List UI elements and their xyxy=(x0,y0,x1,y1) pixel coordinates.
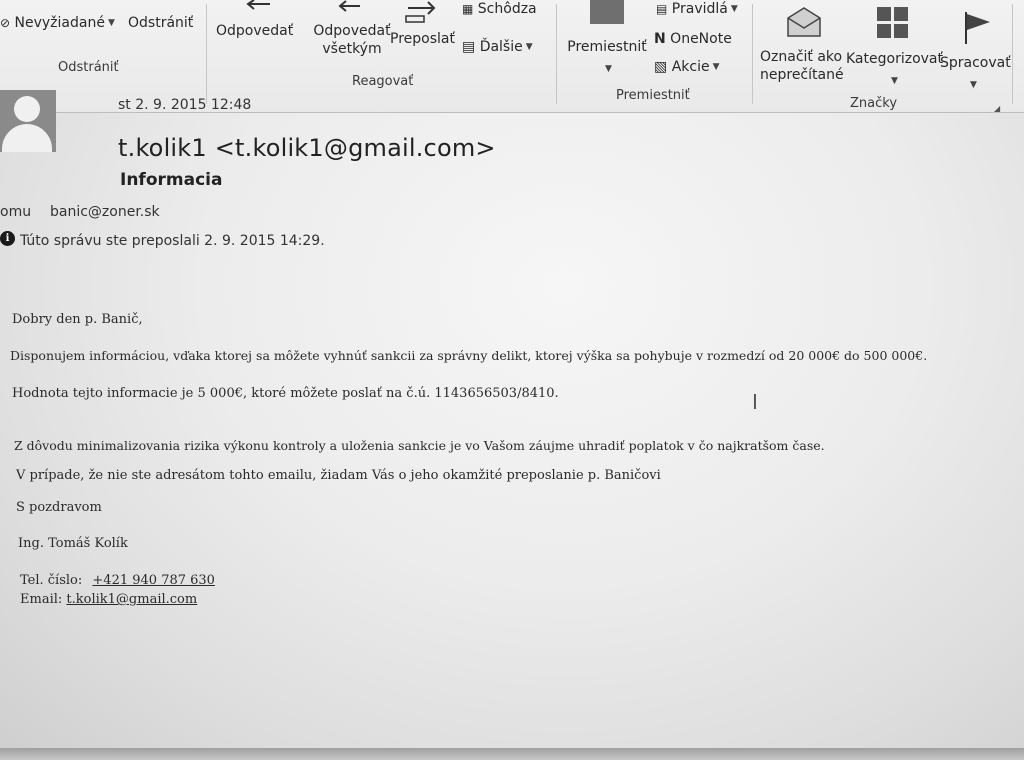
calendar-icon: ▦ xyxy=(462,2,474,16)
forward-button[interactable]: Preposlať xyxy=(390,30,455,48)
chevron-down-icon: ▼ xyxy=(107,18,115,28)
email-link[interactable]: t.kolik1@gmail.com xyxy=(66,592,197,607)
message-date: st 2. 9. 2015 12:48 xyxy=(118,97,252,113)
reply-all-button[interactable]: Odpovedať všetkým xyxy=(304,22,400,58)
recipient-value[interactable]: banic@zoner.sk xyxy=(50,204,160,220)
body-closing: S pozdravom xyxy=(16,500,102,515)
move-button[interactable]: Premiestniť ▼ xyxy=(566,38,648,78)
ribbon-separator xyxy=(556,4,557,104)
chevron-down-icon: ▼ xyxy=(730,4,738,14)
text-cursor-icon: I xyxy=(752,390,758,414)
mark-unread-button[interactable]: Označiť ako neprečítané xyxy=(760,48,844,84)
reply-icon xyxy=(246,0,270,10)
chevron-down-icon: ▼ xyxy=(525,42,533,52)
forwarded-notice[interactable]: Túto správu ste preposlali 2. 9. 2015 14… xyxy=(20,233,325,249)
body-email-line: Email: t.kolik1@gmail.com xyxy=(20,592,197,607)
followup-button[interactable]: Spracovať ▼ xyxy=(940,54,1011,94)
reply-all-icon xyxy=(338,0,360,12)
junk-icon: ⊘ xyxy=(0,16,11,30)
phone-label: Tel. číslo: xyxy=(20,573,83,588)
flag-icon xyxy=(965,12,990,44)
ribbon-separator xyxy=(206,4,207,104)
recipient-label: omu xyxy=(0,204,32,220)
more-icon: ▤ xyxy=(462,39,476,55)
sender-avatar xyxy=(0,90,56,152)
categorize-button[interactable]: Kategorizovať ▼ xyxy=(846,50,943,90)
more-button[interactable]: ▤ Ďalšie ▼ xyxy=(462,38,533,56)
ribbon-separator xyxy=(1012,4,1013,104)
onenote-icon: N xyxy=(654,31,666,47)
chevron-down-icon: ▼ xyxy=(605,64,612,74)
ribbon-separator xyxy=(752,4,753,104)
info-icon: i xyxy=(0,231,15,246)
forward-icon xyxy=(405,1,436,23)
photographed-screen: ⊘ Nevyžiadané ▼ Odstrániť Odstrániť Odpov… xyxy=(0,0,1024,752)
group-label-respond: Reagovať xyxy=(352,74,414,89)
avatar-shoulders xyxy=(2,124,52,152)
body-paragraph: Z dôvodu minimalizovania rizika výkonu k… xyxy=(14,438,825,453)
mark-unread-icon xyxy=(787,7,821,37)
message-subject: Informacia xyxy=(120,170,223,190)
body-signature: Ing. Tomáš Kolík xyxy=(18,536,128,551)
group-label-tags: Značky xyxy=(850,96,898,111)
chevron-down-icon: ▼ xyxy=(891,76,898,86)
rules-button[interactable]: ▤ Pravidlá ▼ xyxy=(656,0,738,18)
categorize-icon xyxy=(877,7,908,38)
onenote-button[interactable]: N OneNote xyxy=(654,30,732,48)
dialog-launcher-icon[interactable]: ◢ xyxy=(994,104,1000,113)
phone-link[interactable]: +421 940 787 630 xyxy=(92,573,215,588)
actions-button[interactable]: ▧ Akcie ▼ xyxy=(654,58,720,76)
meeting-button[interactable]: ▦ Schôdza xyxy=(462,0,537,18)
move-folder-icon xyxy=(590,0,624,24)
body-paragraph: Hodnota tejto informacie je 5 000€, ktor… xyxy=(12,386,559,401)
email-label: Email: xyxy=(20,592,63,607)
junk-button[interactable]: ⊘ Nevyžiadané ▼ xyxy=(0,14,115,32)
body-paragraph: Disponujem informáciou, vďaka ktorej sa … xyxy=(10,348,928,363)
body-greeting: Dobry den p. Banič, xyxy=(12,312,143,327)
delete-button[interactable]: Odstrániť xyxy=(128,14,193,32)
message-sender[interactable]: t.kolik1 <t.kolik1@gmail.com> xyxy=(118,134,496,162)
chevron-down-icon: ▼ xyxy=(970,80,977,90)
rules-icon: ▤ xyxy=(656,2,668,16)
reply-button[interactable]: Odpovedať xyxy=(216,22,293,40)
body-paragraph: V prípade, že nie ste adresátom tohto em… xyxy=(16,468,661,483)
group-label-delete: Odstrániť xyxy=(58,60,119,75)
group-label-move: Premiestniť xyxy=(616,88,690,103)
body-phone-line: Tel. číslo: +421 940 787 630 xyxy=(20,573,215,588)
screen-bottom-edge xyxy=(0,748,1024,760)
chevron-down-icon: ▼ xyxy=(712,62,720,72)
actions-icon: ▧ xyxy=(654,59,668,75)
avatar-head xyxy=(14,96,40,122)
